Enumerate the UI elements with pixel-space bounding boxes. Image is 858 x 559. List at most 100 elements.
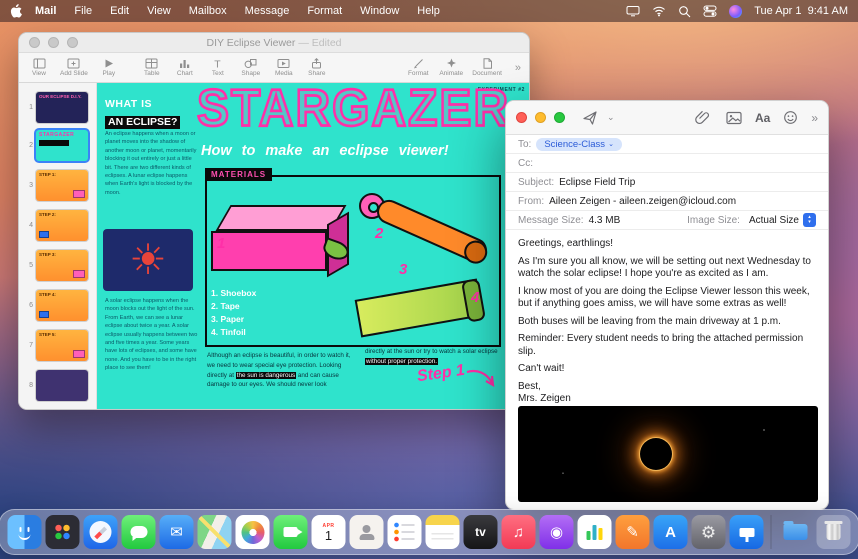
slide-canvas[interactable]: EXPERIMENT #2 STARGAZER How to make an e… — [97, 83, 529, 409]
document-button[interactable]: Document — [472, 58, 502, 77]
sun-illustration: ☀ — [103, 229, 193, 291]
attachment-icon[interactable] — [692, 110, 713, 125]
menu-bar-clock[interactable]: Tue Apr 1 9:41 AM — [754, 5, 848, 17]
image-size-stepper[interactable]: ▴ ▾ — [803, 213, 816, 227]
mail-icon[interactable]: ✉ — [159, 515, 194, 549]
send-icon[interactable] — [579, 110, 601, 126]
material-number: 1 — [217, 235, 226, 252]
edited-badge: — Edited — [298, 36, 342, 49]
format-text-button[interactable]: Aa — [755, 111, 770, 125]
pages-icon[interactable]: ✎ — [615, 515, 650, 549]
thumb-art — [39, 230, 49, 238]
tv-icon[interactable]: tv — [463, 515, 498, 549]
emoji-icon[interactable] — [780, 110, 801, 125]
trash-icon[interactable] — [816, 515, 851, 549]
eclipse-photo-attachment[interactable] — [518, 406, 818, 502]
safari-icon[interactable] — [83, 515, 118, 549]
play-button[interactable]: Play — [97, 58, 121, 77]
menu-message[interactable]: Message — [236, 5, 299, 17]
table-button[interactable]: Table — [140, 58, 164, 77]
reminders-icon[interactable] — [387, 515, 422, 549]
slide-thumbnail-2[interactable]: 2 STARGAZER — [19, 127, 97, 163]
materials-label: MATERIALS — [205, 168, 273, 181]
downloads-folder-icon[interactable] — [779, 515, 813, 549]
message-body[interactable]: Greetings, earthlings! As I'm sure you a… — [506, 230, 828, 406]
toolbar-overflow-icon[interactable]: » — [811, 111, 818, 125]
slide-thumbnail-4[interactable]: 4 STEP 2: — [19, 207, 97, 243]
keynote-window: DIY Eclipse Viewer — Edited View Add Sli… — [18, 32, 530, 410]
finder-icon[interactable] — [7, 515, 42, 549]
cc-field[interactable]: Cc: — [506, 154, 828, 173]
chart-button[interactable]: Chart — [173, 58, 197, 77]
slide-thumbnail-1[interactable]: 1 OUR ECLIPSE D.I.Y. — [19, 89, 97, 125]
menu-help[interactable]: Help — [408, 5, 449, 17]
toolbar-overflow-icon[interactable]: » — [515, 62, 521, 74]
media-button[interactable]: Media — [272, 58, 296, 77]
siri-icon[interactable] — [729, 4, 743, 18]
menu-window[interactable]: Window — [351, 5, 408, 17]
recipient-token[interactable]: Science-Class ⌄ — [536, 137, 622, 151]
highlighted-text: the sun is dangerous — [235, 371, 297, 379]
messages-icon[interactable] — [121, 515, 156, 549]
view-button[interactable]: View — [27, 58, 51, 77]
slide-thumbnail-5[interactable]: 5 STEP 3: — [19, 247, 97, 283]
notes-icon[interactable] — [425, 515, 460, 549]
chevron-down-icon: ⌄ — [608, 141, 614, 148]
materials-panel: 1 2 3 4 1. Shoebox 2. Tape 3. Paper 4. T… — [205, 175, 501, 347]
shoebox-illustration — [211, 231, 327, 271]
slide-thumbnail-6[interactable]: 6 STEP 4: — [19, 287, 97, 323]
menu-format[interactable]: Format — [298, 5, 351, 17]
menu-edit[interactable]: Edit — [101, 5, 138, 17]
shape-button[interactable]: Shape — [239, 58, 263, 77]
eclipse-heading: WHAT IS AN ECLIPSE? — [105, 98, 181, 131]
minimize-button[interactable] — [48, 37, 59, 48]
apple-menu-icon[interactable] — [10, 4, 22, 18]
send-options-chevron-icon[interactable]: ⌄ — [607, 112, 615, 123]
display-icon[interactable] — [626, 5, 640, 17]
zoom-button[interactable] — [554, 112, 565, 123]
photos-icon[interactable] — [235, 515, 270, 549]
animate-button[interactable]: Animate — [439, 58, 463, 77]
minimize-button[interactable] — [535, 112, 546, 123]
search-icon[interactable] — [678, 5, 691, 18]
material-number: 2 — [375, 225, 384, 242]
menu-mailbox[interactable]: Mailbox — [180, 5, 236, 17]
slide-thumbnail-8[interactable]: 8 — [19, 367, 97, 403]
text-button[interactable]: T Text — [206, 58, 230, 78]
subject-value: Eclipse Field Trip — [559, 176, 636, 188]
facetime-icon[interactable] — [273, 515, 308, 549]
keynote-title-bar[interactable]: DIY Eclipse Viewer — Edited — [19, 33, 529, 53]
slide-thumbnail-3[interactable]: 3 STEP 1: — [19, 167, 97, 203]
format-button[interactable]: Format — [406, 58, 430, 77]
control-center-icon[interactable] — [703, 5, 717, 17]
numbers-icon[interactable] — [577, 515, 612, 549]
menu-view[interactable]: View — [138, 5, 180, 17]
wifi-icon[interactable] — [652, 5, 666, 17]
launchpad-icon[interactable] — [45, 515, 80, 549]
body-paragraph: As I'm sure you all know, we will be set… — [518, 255, 811, 280]
body-paragraph: Mrs. Zeigen — [518, 393, 571, 404]
sun-icon: ☀ — [129, 236, 167, 283]
insert-photo-icon[interactable] — [723, 111, 745, 125]
to-field[interactable]: To: Science-Class ⌄ — [506, 135, 828, 154]
menu-app-name[interactable]: Mail — [26, 5, 65, 17]
slide-thumbnail-7[interactable]: 7 STEP 5: — [19, 327, 97, 363]
mail-toolbar[interactable]: ⌄ Aa » — [506, 101, 828, 135]
from-field[interactable]: From: Aileen Zeigen - aileen.zeigen@iclo… — [506, 192, 828, 211]
share-button[interactable]: Share — [305, 58, 329, 77]
close-button[interactable] — [516, 112, 527, 123]
settings-icon[interactable]: ⚙ — [691, 515, 726, 549]
close-button[interactable] — [29, 37, 40, 48]
podcasts-icon[interactable]: ◉ — [539, 515, 574, 549]
keynote-icon[interactable] — [729, 515, 764, 549]
calendar-icon[interactable]: APR 1 — [311, 515, 346, 549]
contacts-icon[interactable] — [349, 515, 384, 549]
slide-navigator: 1 OUR ECLIPSE D.I.Y. 2 STARGAZER 3 STEP … — [19, 83, 97, 409]
zoom-button[interactable] — [67, 37, 78, 48]
app-store-icon[interactable]: A — [653, 515, 688, 549]
add-slide-button[interactable]: Add Slide — [60, 58, 88, 77]
maps-icon[interactable] — [197, 515, 232, 549]
menu-file[interactable]: File — [65, 5, 101, 17]
music-icon[interactable]: ♫ — [501, 515, 536, 549]
subject-field[interactable]: Subject: Eclipse Field Trip — [506, 173, 828, 192]
